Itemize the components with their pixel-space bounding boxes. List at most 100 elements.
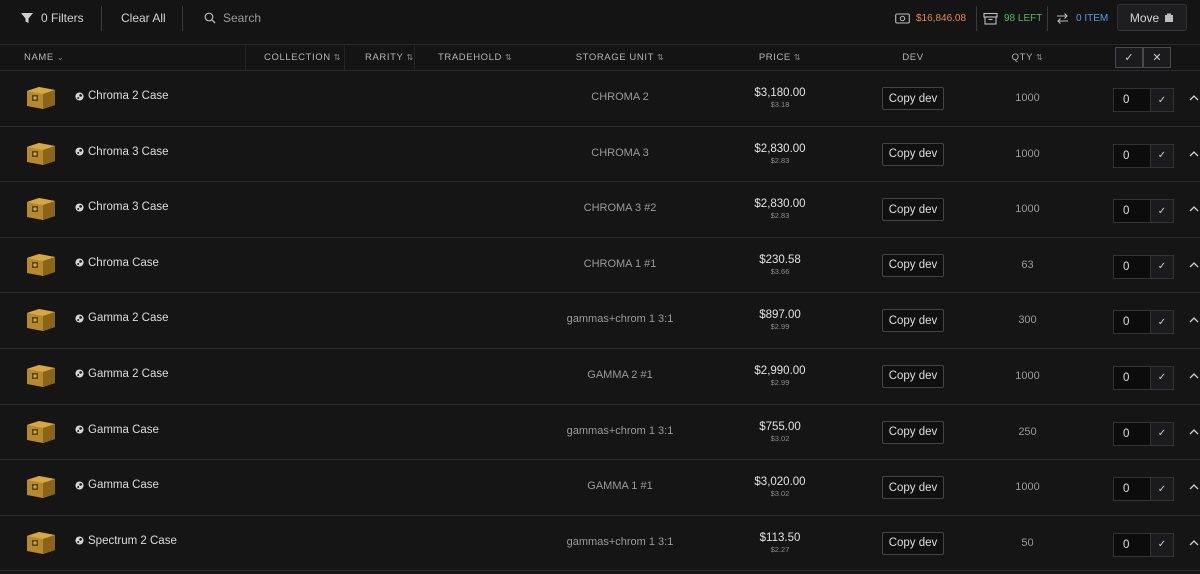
unit-price: $3.02 <box>770 433 790 443</box>
total-price: $2,830.00 <box>754 142 806 155</box>
quantity: 250 <box>1018 425 1037 438</box>
chevron-up-icon[interactable] <box>1188 314 1200 326</box>
slots-left-value: 98 LEFT <box>1004 12 1043 24</box>
confirm-quantity-button[interactable]: ✓ <box>1150 532 1174 557</box>
confirm-quantity-button[interactable]: ✓ <box>1150 421 1174 446</box>
chevron-up-icon[interactable] <box>1188 259 1200 271</box>
quantity: 63 <box>1021 258 1034 271</box>
move-quantity-input[interactable]: 0 <box>1113 421 1150 446</box>
item-name-cell: Chroma 2 Case <box>75 90 169 102</box>
steam-icon <box>75 203 84 212</box>
copy-dev-button[interactable]: Copy dev <box>882 142 944 166</box>
total-price: $897.00 <box>759 309 801 322</box>
copy-dev-button[interactable]: Copy dev <box>882 87 944 110</box>
quantity: 1000 <box>1015 481 1040 494</box>
table-row: Spectrum 2 Case gammas+chrom 1 3:1 $113.… <box>0 515 1200 572</box>
move-quantity-input[interactable]: 0 <box>1113 365 1150 390</box>
check-icon: ✓ <box>1157 316 1167 328</box>
total-price: $230.58 <box>759 253 801 266</box>
item-name: Gamma Case <box>88 423 159 436</box>
chevron-up-icon[interactable] <box>1188 481 1200 493</box>
move-quantity-input[interactable]: 0 <box>1113 310 1150 335</box>
confirm-quantity-button[interactable]: ✓ <box>1150 477 1174 502</box>
copy-dev-button[interactable]: Copy dev <box>882 309 944 333</box>
column-price[interactable]: PRICE ⇅ <box>720 45 840 70</box>
search-icon <box>204 12 216 24</box>
case-thumbnail <box>27 142 55 165</box>
filter-icon <box>21 13 33 23</box>
storage-unit: GAMMA 2 #1 <box>587 368 653 381</box>
column-qty[interactable]: QTY ⇅ <box>990 45 1065 70</box>
column-divider <box>344 45 345 70</box>
steam-icon <box>75 481 84 490</box>
copy-dev-button[interactable]: Copy dev <box>882 253 944 277</box>
toolbar-divider <box>101 6 102 31</box>
table-row: Chroma 3 Case CHROMA 3 #2 $2,830.00 $2.8… <box>0 182 1200 238</box>
item-name-cell: Gamma Case <box>75 479 159 491</box>
copy-dev-button[interactable]: Copy dev <box>882 198 944 222</box>
steam-icon <box>75 147 84 156</box>
check-icon: ✓ <box>1124 52 1134 64</box>
confirm-quantity-button[interactable]: ✓ <box>1150 310 1174 335</box>
check-icon: ✓ <box>1157 372 1167 384</box>
move-quantity-input[interactable]: 0 <box>1113 88 1150 112</box>
chevron-up-icon[interactable] <box>1188 370 1200 382</box>
confirm-quantity-button[interactable]: ✓ <box>1150 365 1174 390</box>
check-icon: ✓ <box>1157 539 1167 551</box>
confirm-quantity-button[interactable]: ✓ <box>1150 254 1174 279</box>
chevron-up-icon[interactable] <box>1188 203 1200 215</box>
chevron-up-icon[interactable] <box>1188 537 1200 549</box>
chevron-up-icon[interactable] <box>1188 92 1200 104</box>
chevron-up-icon[interactable] <box>1188 426 1200 438</box>
case-thumbnail <box>27 364 55 387</box>
move-quantity-input[interactable]: 0 <box>1113 199 1150 224</box>
unit-price: $3.66 <box>770 266 790 276</box>
steam-icon <box>75 314 84 323</box>
move-quantity-input[interactable]: 0 <box>1113 254 1150 279</box>
table-row: Gamma 2 Case GAMMA 2 #1 $2,990.00 $2.99 … <box>0 348 1200 405</box>
item-name: Chroma 3 Case <box>88 145 169 158</box>
move-label: Move <box>1129 10 1160 25</box>
move-quantity-input[interactable]: 0 <box>1113 143 1150 168</box>
confirm-quantity-button[interactable]: ✓ <box>1150 199 1174 224</box>
select-all-button[interactable]: ✓ <box>1115 47 1143 68</box>
price-cell: $3,020.00 $3.02 <box>720 475 840 499</box>
column-collection[interactable]: COLLECTION ⇅ <box>264 45 341 70</box>
chevron-up-icon[interactable] <box>1188 148 1200 160</box>
transfer-icon <box>1057 12 1068 24</box>
quantity: 1000 <box>1015 147 1040 160</box>
unit-price: $2.99 <box>770 377 790 387</box>
move-button[interactable]: Move <box>1117 4 1187 31</box>
copy-dev-button[interactable]: Copy dev <box>882 420 944 444</box>
column-rarity[interactable]: RARITY ⇅ <box>365 45 414 70</box>
sort-icon: ⇅ <box>793 53 802 62</box>
confirm-quantity-button[interactable]: ✓ <box>1150 88 1174 112</box>
item-name-cell: Gamma Case <box>75 424 159 436</box>
column-dev: DEV <box>902 52 924 63</box>
copy-dev-button[interactable]: Copy dev <box>882 364 944 388</box>
column-tradehold[interactable]: TRADEHOLD ⇅ <box>438 45 512 70</box>
price-cell: $755.00 $3.02 <box>720 420 840 444</box>
sort-icon: ⇅ <box>505 53 513 62</box>
clear-selection-button[interactable]: ✕ <box>1143 47 1171 68</box>
total-price: $2,830.00 <box>754 198 806 211</box>
case-thumbnail <box>27 531 55 554</box>
move-quantity-input[interactable]: 0 <box>1113 532 1150 557</box>
selected-items: 0 ITEM <box>1055 10 1108 26</box>
copy-dev-button[interactable]: Copy dev <box>882 531 944 555</box>
filters-button[interactable]: 0 Filters <box>20 9 84 27</box>
case-thumbnail <box>27 198 55 221</box>
steam-icon <box>75 536 84 545</box>
confirm-quantity-button[interactable]: ✓ <box>1150 143 1174 168</box>
copy-dev-button[interactable]: Copy dev <box>882 476 944 500</box>
move-quantity-input[interactable]: 0 <box>1113 477 1150 502</box>
search-input[interactable] <box>223 11 443 25</box>
storage-unit: GAMMA 1 #1 <box>587 480 653 493</box>
column-name[interactable]: NAME ⌄ <box>24 45 64 70</box>
clear-all-button[interactable]: Clear All <box>121 9 166 27</box>
item-name: Gamma 2 Case <box>88 312 169 325</box>
total-price: $3,180.00 <box>754 87 806 99</box>
total-value: $16,846.08 <box>916 12 967 24</box>
total-price: $755.00 <box>759 420 801 433</box>
column-storage-unit[interactable]: STORAGE UNIT ⇅ <box>520 45 720 70</box>
